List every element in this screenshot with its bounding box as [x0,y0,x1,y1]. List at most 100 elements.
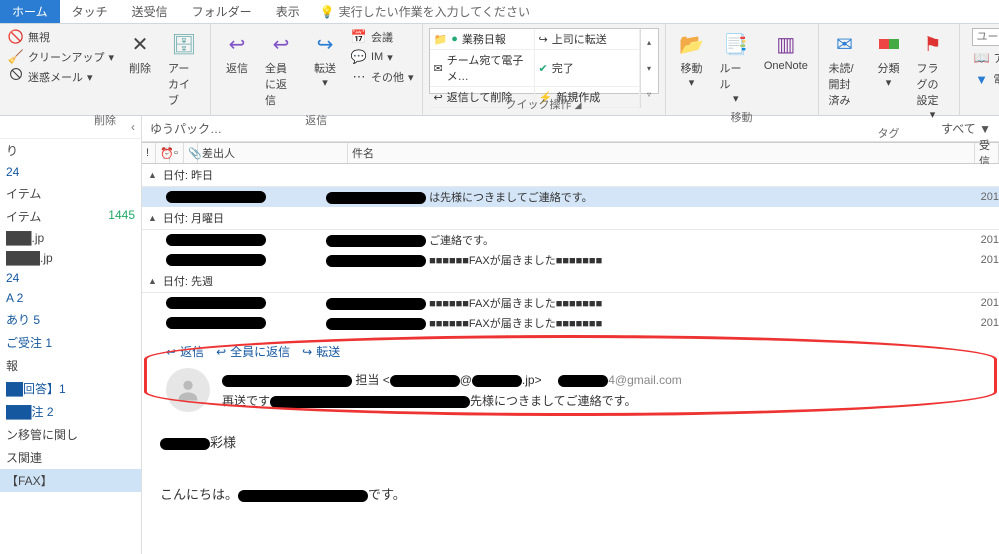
chevron-left-icon[interactable]: ‹ [131,120,135,134]
addrbook-button[interactable]: 📖アドレス帳 [972,49,999,67]
rules-icon: 📑 [722,30,750,58]
preview-from-row: 担当 <@.jp> 4@gmail.com 再送です先様につきましてご連絡です。 [154,368,987,412]
quick-team[interactable]: ✉チーム宛て電子メ… [430,50,535,87]
folder-item[interactable]: ご受注 1 [0,331,141,354]
dot-icon: ● [451,33,458,45]
redacted [326,318,426,330]
ribbon: 🚫無視 🧹クリーンアップ ▾ 🛇迷惑メール ▾ ✕ 削除 🗄 アーカイブ 削除 … [0,24,999,116]
col-icon[interactable]: ▫ [170,143,184,163]
subj-tail: 先様につきましてご連絡です。 [470,394,636,408]
tab-folder[interactable]: フォルダー [180,0,264,23]
folder-item[interactable]: 24 [0,162,141,182]
flag-button[interactable]: ⚑ フラグの設定 ▾ [913,28,953,123]
move-button[interactable]: 📂 移動 ▾ [672,28,712,91]
preview-forward-label: 転送 [316,343,340,360]
preview-reply-all-label: 全員に返信 [230,343,290,360]
filter-all[interactable]: すべて ▼ [941,120,991,137]
col-attach[interactable]: 📎 [184,143,198,163]
tab-view[interactable]: 表示 [264,0,312,23]
folder-item[interactable]: A 2 [0,288,141,308]
message-row[interactable]: ■■■■■■FAXが届きました■■■■■■■201 [142,313,999,333]
onenote-icon: ▥ [772,30,800,58]
junk-button[interactable]: 🛇迷惑メール ▾ [6,68,116,86]
message-row[interactable]: ■■■■■■FAXが届きました■■■■■■■201 [142,293,999,313]
check-icon: ✔ [539,62,548,75]
more-button[interactable]: ⋯その他 ▾ [349,68,416,86]
tell-me[interactable]: 💡 実行したい作業を入力してください [312,0,542,23]
move-folder-icon: 📂 [678,30,706,58]
col-from[interactable]: 差出人 [198,143,348,163]
meeting-icon: 📅 [351,29,367,45]
filter-button[interactable]: ▼電子メールのフィ… [972,70,999,88]
folder-item[interactable]: あり 5 [0,308,141,331]
message-row[interactable]: ご連絡です。201 [142,230,999,250]
ribbon-group-respond: ↩ 返信 ↩ 全員に返信 ↪ 転送 ▾ 📅会議 💬IM ▾ ⋯その他 ▾ 返信 [211,24,423,115]
im-icon: 💬 [351,49,367,65]
message-group-header[interactable]: ▲日付: 昨日 [142,164,999,187]
archive-button[interactable]: 🗄 アーカイブ [164,28,204,110]
folder-item[interactable]: ス関連 [0,446,141,469]
message-group-header[interactable]: ▲日付: 月曜日 [142,207,999,230]
rules-button[interactable]: 📑 ルール ▾ [716,28,757,107]
cc-tail: 4@gmail.com [608,373,682,387]
reply-button[interactable]: ↩ 返信 [217,28,257,78]
quick-daily[interactable]: 📁●業務日報 [430,29,535,50]
folder-item[interactable]: ███注 2 [0,400,141,423]
forward-button[interactable]: ↪ 転送 ▾ [305,28,345,91]
preview-reply[interactable]: ↩返信 [166,343,204,360]
tab-sendrecv[interactable]: 送受信 [120,0,180,23]
categorize-button[interactable]: 分類 ▾ [869,28,909,91]
col-reminder[interactable]: ⏰ [156,143,170,163]
message-list-header: ! ⏰ ▫ 📎 差出人 件名 受信 [142,142,999,164]
message-group-header[interactable]: ▲日付: 先週 [142,270,999,293]
reply-label: 返信 [226,60,248,76]
folder-item[interactable]: ████.jp [0,248,141,268]
delete-button[interactable]: ✕ 削除 [120,28,160,78]
meeting-button[interactable]: 📅会議 [349,28,416,46]
col-subject[interactable]: 件名 [348,143,975,163]
message-row[interactable]: は先様につきましてご連絡です。201 [142,187,999,207]
folder-item[interactable]: イテム1445 [0,205,141,228]
folder-item[interactable]: イテム [0,182,141,205]
folder-item[interactable]: 24 [0,268,141,288]
reply-all-button[interactable]: ↩ 全員に返信 [261,28,301,110]
tab-home[interactable]: ホーム [0,0,60,23]
people-search-input[interactable] [972,28,999,46]
im-button[interactable]: 💬IM ▾ [349,48,416,66]
redacted [326,298,426,310]
col-importance[interactable]: ! [142,143,156,163]
folder-item[interactable]: り [0,139,141,162]
folder-item[interactable]: 【FAX】 [0,469,141,492]
preview-reply-label: 返信 [180,343,204,360]
nav-top: ‹ [0,116,141,139]
ribbon-group-delete: 🚫無視 🧹クリーンアップ ▾ 🛇迷惑メール ▾ ✕ 削除 🗄 アーカイブ 削除 [0,24,211,115]
quick-steps-gallery[interactable]: 📁●業務日報 ↪上司に転送 ✉チーム宛て電子メ… ✔完了 ↩返信して削除 ⚡新規… [429,28,659,94]
folder-item[interactable]: ███.jp [0,228,141,248]
preview-from: 担当 <@.jp> 4@gmail.com [222,371,682,388]
message-row[interactable]: ■■■■■■FAXが届きました■■■■■■■201 [142,250,999,270]
folder-nav: ‹ り 24イテムイテム1445███.jp████.jp 24A 2あり 5ご… [0,116,142,554]
filter-icon: ▼ [974,71,990,87]
preview-subject: 再送です先様につきましてご連絡です。 [222,392,682,409]
folder-item[interactable]: ン移管に関し [0,423,141,446]
redacted [222,375,352,387]
ignore-icon: 🚫 [8,29,24,45]
tab-touch[interactable]: タッチ [60,0,120,23]
col-received[interactable]: 受信 [975,143,999,163]
ignore-label: 無視 [28,29,50,45]
quick-done[interactable]: ✔完了 [535,50,640,87]
onenote-button[interactable]: ▥ OneNote [760,28,811,74]
ignore-button[interactable]: 🚫無視 [6,28,116,46]
folder-item[interactable]: 報 [0,354,141,377]
quick-boss[interactable]: ↪上司に転送 [535,29,640,50]
more-icon: ⋯ [351,69,367,85]
folder-item[interactable]: ██回答】1 [0,377,141,400]
message-list: ▲日付: 昨日 は先様につきましてご連絡です。201▲日付: 月曜日 ご連絡です… [142,164,999,333]
move-label: 移動 [681,60,703,76]
unread-button[interactable]: ✉ 未読/開封済み [825,28,865,110]
preview-forward[interactable]: ↪転送 [302,343,340,360]
cleanup-button[interactable]: 🧹クリーンアップ ▾ [6,48,116,66]
forward-icon: ↪ [539,33,548,46]
preview-reply-all[interactable]: ↩全員に返信 [216,343,290,360]
redacted [166,234,266,246]
